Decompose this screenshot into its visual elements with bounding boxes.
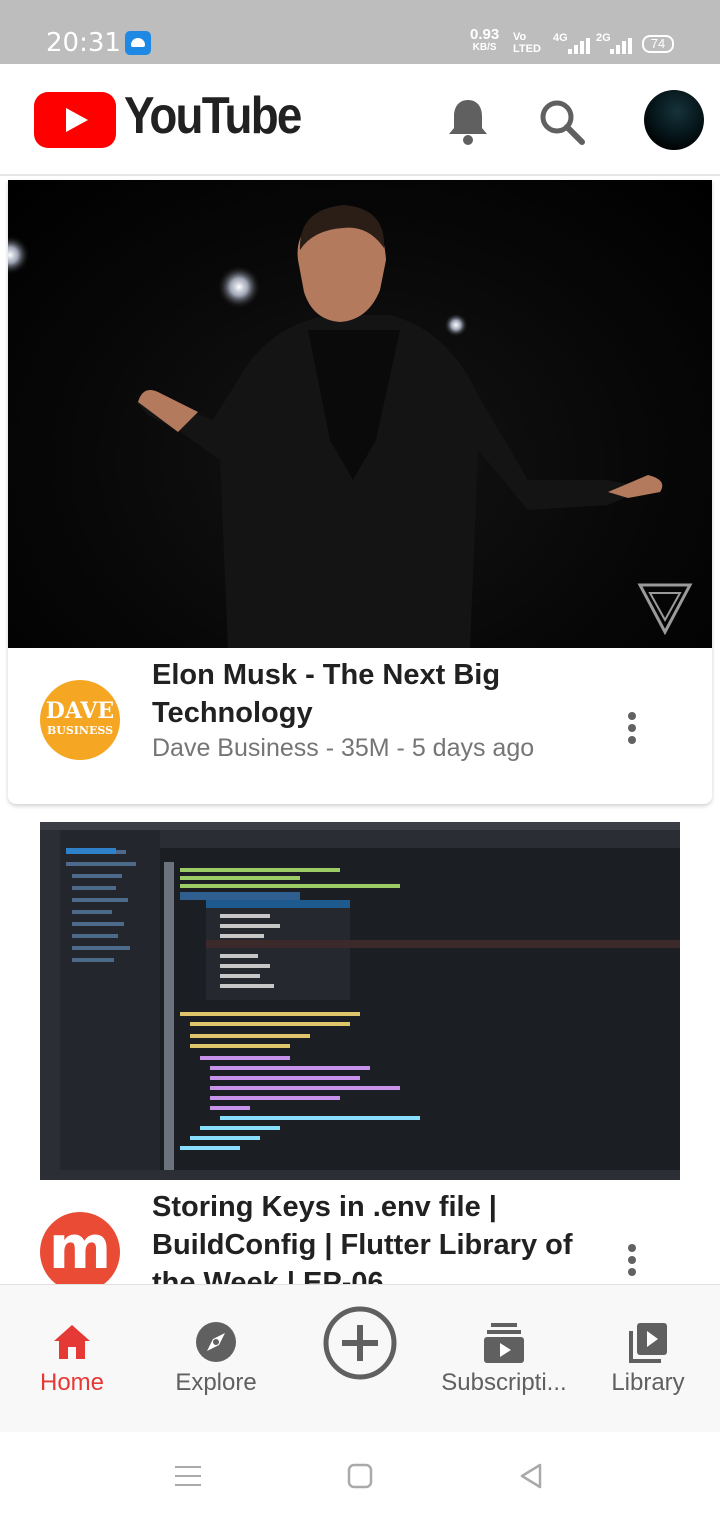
channel-avatar[interactable]: DAVE BUSINESS xyxy=(40,680,120,760)
bottom-navigation: Home Explore Subscripti... Library xyxy=(0,1284,720,1432)
network-type-1: 4G xyxy=(553,32,568,44)
signal-bars-2-icon xyxy=(610,38,632,54)
battery-indicator: 74 xyxy=(642,35,674,53)
nav-explore-label: Explore xyxy=(175,1369,257,1396)
home-icon xyxy=(54,1325,90,1359)
nav-explore[interactable]: Explore xyxy=(144,1285,288,1433)
nav-subscriptions[interactable]: Subscripti... xyxy=(432,1285,576,1433)
thumbnail-image xyxy=(8,205,693,648)
video-meta: Dave Business - 35M - 5 days ago xyxy=(152,734,535,762)
app-screen: 20:31 0.93 KB/S Vo LTED 4G 2G 74 YouTube xyxy=(0,0,720,1520)
channel-avatar-line1: DAVE xyxy=(45,698,115,724)
library-icon xyxy=(629,1323,667,1363)
nav-home[interactable]: Home xyxy=(0,1285,144,1433)
video-thumbnail[interactable] xyxy=(40,822,680,1180)
video-title[interactable]: Elon Musk - The Next Big Technology xyxy=(152,656,572,732)
youtube-wordmark[interactable]: YouTube xyxy=(124,86,302,146)
search-icon[interactable] xyxy=(538,98,586,146)
channel-avatar-line2: BUSINESS xyxy=(46,724,114,737)
video-card[interactable]: m Storing Keys in .env file | BuildConfi… xyxy=(8,822,712,1299)
android-notification-icon xyxy=(125,31,151,55)
subscriptions-icon xyxy=(484,1323,524,1363)
nav-library[interactable]: Library xyxy=(576,1285,720,1433)
menu-icon[interactable] xyxy=(174,1464,202,1488)
nav-create[interactable] xyxy=(288,1285,432,1433)
back-icon[interactable] xyxy=(518,1462,544,1490)
channel-avatar[interactable]: m xyxy=(40,1212,120,1292)
status-bar: 20:31 0.93 KB/S Vo LTED 4G 2G 74 xyxy=(0,0,720,64)
add-circle-icon xyxy=(323,1306,397,1380)
youtube-logo-icon[interactable] xyxy=(34,92,116,148)
system-navigation-bar xyxy=(0,1432,720,1520)
status-time: 20:31 xyxy=(46,28,121,58)
network-speed-unit: KB/S xyxy=(472,42,497,53)
more-options-icon[interactable] xyxy=(620,1240,644,1280)
volte-indicator: Vo LTED xyxy=(513,31,541,55)
more-options-icon[interactable] xyxy=(620,708,644,748)
nav-library-label: Library xyxy=(611,1369,685,1396)
home-square-icon[interactable] xyxy=(347,1463,373,1489)
video-card[interactable]: DAVE BUSINESS Elon Musk - The Next Big T… xyxy=(8,180,712,804)
video-thumbnail[interactable] xyxy=(8,180,712,648)
compass-icon xyxy=(196,1322,236,1362)
account-avatar[interactable] xyxy=(644,90,704,150)
network-speed: 0.93 KB/S xyxy=(470,27,499,54)
signal-bars-1-icon xyxy=(568,38,590,54)
nav-home-label: Home xyxy=(39,1369,105,1396)
bell-icon[interactable] xyxy=(446,96,490,146)
app-header: YouTube xyxy=(0,64,720,176)
network-type-2: 2G xyxy=(596,32,611,44)
nav-subscriptions-label: Subscripti... xyxy=(441,1369,567,1396)
thumbnail-image xyxy=(40,822,680,1180)
